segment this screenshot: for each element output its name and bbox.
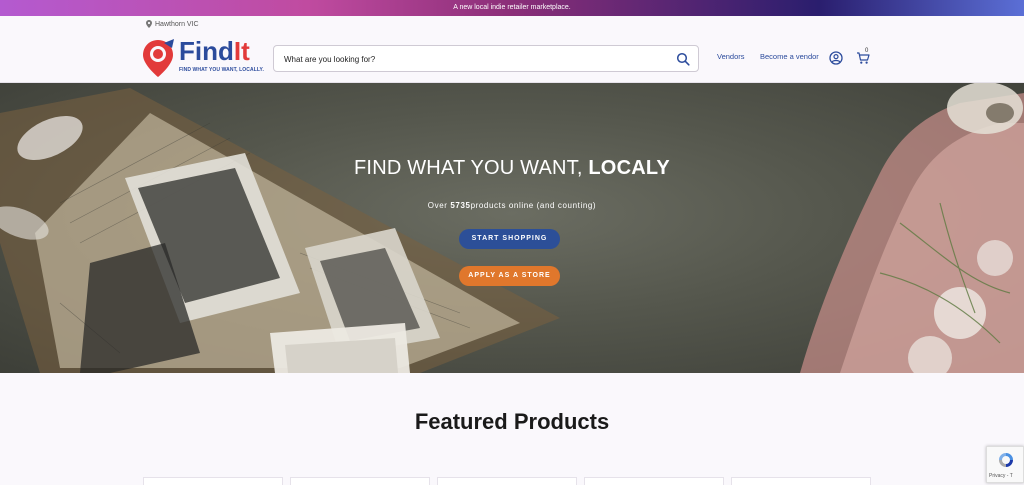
recaptcha-privacy-text[interactable]: Privacy - T [989,473,1013,479]
hero-subtitle: Over 5735products online (and counting) [427,201,597,210]
hero-title: FIND WHAT YOU WANT, LOCALY [354,157,670,179]
nav-vendors-link[interactable]: Vendors [717,52,745,61]
nav-become-vendor-link[interactable]: Become a vendor [760,52,819,61]
product-card[interactable] [437,477,577,485]
logo-tagline: FIND WHAT YOU WANT, LOCALLY. [179,67,264,73]
product-count: 5735 [450,201,471,210]
recaptcha-icon [999,453,1013,467]
location-pin-icon [146,20,152,28]
hero-background-image [0,83,1024,373]
site-header: Hawthorn VIC FindIt FIND WHAT YOU WANT, … [0,16,1024,83]
product-card[interactable] [143,477,283,485]
featured-products-title: Featured Products [414,409,610,434]
announcement-text: A new local indie retailer marketplace. [453,4,571,11]
product-card[interactable] [290,477,430,485]
start-shopping-button[interactable]: START SHOPPING [459,229,560,249]
account-icon[interactable] [829,51,843,65]
findit-logo[interactable]: FindIt FIND WHAT YOU WANT, LOCALLY. [141,36,264,78]
location-text: Hawthorn VIC [155,20,199,28]
search-icon[interactable] [676,52,690,66]
logo-wordmark: FindIt [179,36,250,66]
featured-products-section: Featured Products [0,373,1024,485]
recaptcha-badge[interactable]: Privacy - T [986,446,1024,483]
announcement-bar: A new local indie retailer marketplace. [0,0,1024,16]
search-input[interactable] [284,52,664,66]
logo-pin-icon [143,39,174,77]
apply-as-store-button[interactable]: APPLY AS A STORE [459,266,560,286]
search-bar [273,45,699,72]
cart-count-badge: 0 [865,48,869,54]
product-card[interactable] [731,477,871,485]
location-indicator[interactable]: Hawthorn VIC [146,20,199,28]
product-card[interactable] [584,477,724,485]
hero-banner: FIND WHAT YOU WANT, LOCALY Over 5735prod… [0,83,1024,373]
